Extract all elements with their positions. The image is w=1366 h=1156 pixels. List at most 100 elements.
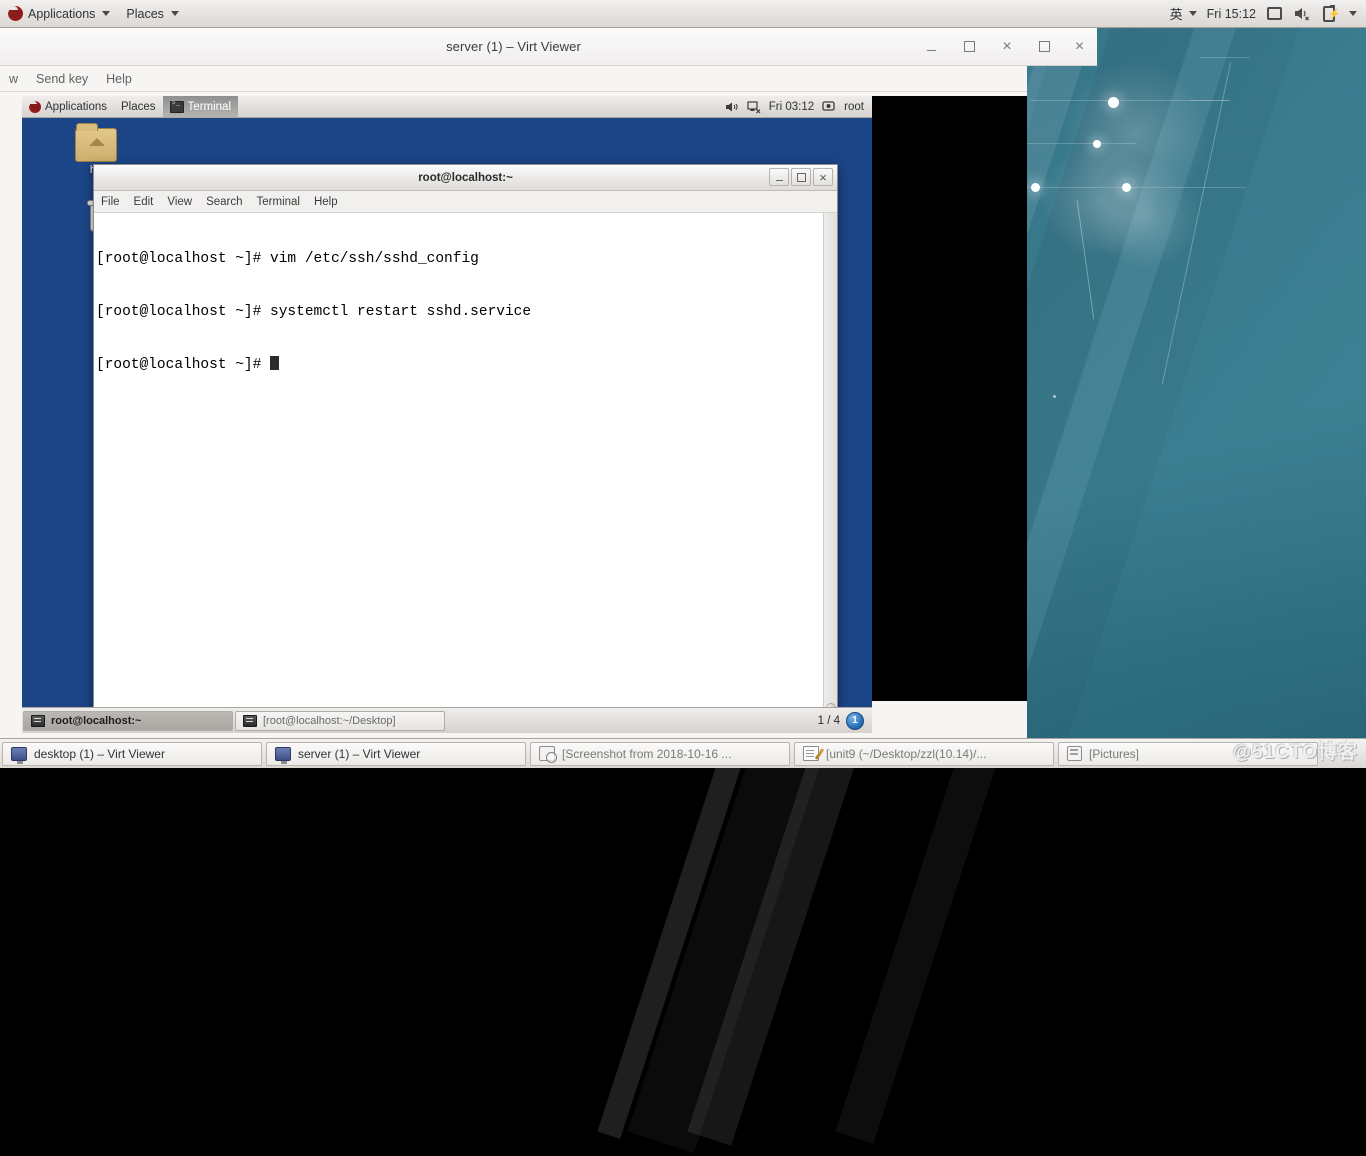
- terminal-title: root@localhost:~: [418, 172, 513, 184]
- virt-viewer-maximize-button[interactable]: [961, 39, 977, 55]
- user-icon[interactable]: [822, 100, 836, 114]
- wallpaper-line: [1190, 100, 1230, 101]
- host-clock[interactable]: Fri 15:12: [1207, 7, 1256, 21]
- guest-places-label: Places: [121, 101, 156, 113]
- input-method-label: 英: [1170, 4, 1183, 23]
- virt-viewer-letterbox: [872, 96, 1027, 701]
- guest-taskbar-item-label: [root@localhost:~/Desktop]: [263, 715, 396, 727]
- terminal-menu-view[interactable]: View: [160, 196, 199, 208]
- picture-viewer-icon: [1067, 746, 1082, 761]
- redhat-logo-icon: [29, 101, 41, 113]
- display-icon[interactable]: [1266, 5, 1283, 22]
- wallpaper-dot: [1053, 395, 1056, 398]
- terminal-icon: [243, 715, 257, 727]
- terminal-menu-edit[interactable]: Edit: [127, 196, 161, 208]
- terminal-icon: [170, 101, 184, 113]
- guest-clock[interactable]: Fri 03:12: [769, 101, 814, 113]
- host-taskbar-item-label: server (1) – Virt Viewer: [298, 747, 420, 761]
- guest-taskbar-item-label: root@localhost:~: [51, 715, 141, 727]
- applications-menu[interactable]: Applications: [0, 0, 118, 27]
- input-method-indicator[interactable]: 英: [1170, 4, 1197, 23]
- applications-menu-label: Applications: [28, 7, 95, 21]
- wallpaper-dot: [1122, 183, 1131, 192]
- guest-places-menu[interactable]: Places: [114, 96, 163, 117]
- terminal-menu-terminal[interactable]: Terminal: [250, 196, 307, 208]
- background-window-titlebar: [1027, 28, 1097, 66]
- speaker-muted-icon[interactable]: [1293, 5, 1310, 22]
- terminal-titlebar[interactable]: root@localhost:~: [94, 165, 837, 191]
- chevron-down-icon: [171, 11, 179, 16]
- terminal-output[interactable]: [root@localhost ~]# vim /etc/ssh/sshd_co…: [94, 213, 823, 733]
- guest-taskbar: root@localhost:~ [root@localhost:~/Deskt…: [22, 707, 872, 733]
- guest-system-tray: Fri 03:12 root: [725, 100, 872, 114]
- menu-item-view[interactable]: w: [0, 72, 27, 86]
- virt-viewer-minimize-button[interactable]: [923, 39, 939, 55]
- host-taskbar-item-label: [unit9 (~/Desktop/zzl(10.14)/...: [826, 747, 986, 761]
- terminal-maximize-button[interactable]: [791, 168, 811, 186]
- host-taskbar-item-unit9-editor[interactable]: [unit9 (~/Desktop/zzl(10.14)/...: [794, 742, 1054, 766]
- guest-applications-menu[interactable]: Applications: [22, 96, 114, 117]
- terminal-menu-search[interactable]: Search: [199, 196, 249, 208]
- battery-icon[interactable]: [1320, 5, 1337, 22]
- terminal-minimize-button[interactable]: [769, 168, 789, 186]
- speaker-icon[interactable]: [725, 100, 739, 114]
- terminal-icon: [31, 715, 45, 727]
- wallpaper-glow: [1090, 160, 1200, 270]
- terminal-scrollbar[interactable]: [823, 213, 837, 733]
- wallpaper-line: [1026, 187, 1246, 188]
- guest-top-panel: Applications Places Terminal: [22, 96, 872, 118]
- guest-window-menu-label: Terminal: [188, 101, 231, 113]
- places-menu[interactable]: Places: [118, 0, 187, 27]
- terminal-menu-file[interactable]: File: [94, 196, 127, 208]
- terminal-body[interactable]: [root@localhost ~]# vim /etc/ssh/sshd_co…: [94, 213, 837, 733]
- network-disconnected-icon[interactable]: [747, 100, 761, 114]
- monitor-icon: [11, 747, 27, 761]
- terminal-line: [root@localhost ~]# systemctl restart ss…: [96, 304, 823, 322]
- menu-item-send-key[interactable]: Send key: [27, 72, 97, 86]
- virt-viewer-titlebar[interactable]: server (1) – Virt Viewer: [0, 28, 1027, 66]
- terminal-cursor: [270, 356, 279, 370]
- home-folder-icon: [75, 128, 117, 162]
- redhat-logo-icon: [8, 6, 23, 21]
- guest-window-menu-terminal[interactable]: Terminal: [163, 96, 238, 117]
- text-editor-icon: [803, 746, 819, 761]
- terminal-menu-help[interactable]: Help: [307, 196, 345, 208]
- wallpaper-dot: [1108, 97, 1119, 108]
- host-taskbar-item-pictures[interactable]: [Pictures]: [1058, 742, 1318, 766]
- wallpaper-dot: [1093, 140, 1101, 148]
- terminal-close-button[interactable]: [813, 168, 833, 186]
- host-taskbar: desktop (1) – Virt Viewer server (1) – V…: [0, 738, 1366, 768]
- background-window-close-button[interactable]: [1072, 39, 1088, 55]
- virt-viewer-menubar: w Send key Help: [0, 66, 1027, 92]
- guest-taskbar-item-terminal[interactable]: root@localhost:~: [23, 711, 233, 731]
- terminal-window: root@localhost:~ File Edit View Search T…: [93, 164, 838, 733]
- host-taskbar-item-label: [Screenshot from 2018-10-16 ...: [562, 747, 731, 761]
- guest-screen: Applications Places Terminal: [22, 96, 872, 733]
- host-taskbar-item-screenshot[interactable]: [Screenshot from 2018-10-16 ...: [530, 742, 790, 766]
- workspace-count-label: 1 / 4: [818, 715, 840, 727]
- guest-user-label[interactable]: root: [844, 101, 864, 113]
- host-taskbar-item-desktop-virt-viewer[interactable]: desktop (1) – Virt Viewer: [2, 742, 262, 766]
- terminal-menubar: File Edit View Search Terminal Help: [94, 191, 837, 213]
- menu-item-help[interactable]: Help: [97, 72, 141, 86]
- chevron-down-icon[interactable]: [1349, 11, 1357, 16]
- virt-viewer-close-button[interactable]: [999, 39, 1015, 55]
- virt-viewer-title: server (1) – Virt Viewer: [446, 39, 581, 54]
- host-taskbar-item-label: desktop (1) – Virt Viewer: [34, 747, 165, 761]
- workspace-badge[interactable]: 1: [846, 712, 864, 730]
- wallpaper-dot: [1031, 183, 1040, 192]
- wallpaper-line: [1026, 143, 1136, 144]
- host-taskbar-item-label: [Pictures]: [1089, 747, 1139, 761]
- workspace-switcher[interactable]: 1 / 4 1: [818, 712, 872, 730]
- places-menu-label: Places: [126, 7, 164, 21]
- screenshot-icon: [539, 746, 555, 761]
- guest-applications-label: Applications: [45, 101, 107, 113]
- wallpaper-line: [1200, 57, 1250, 58]
- chevron-down-icon: [102, 11, 110, 16]
- terminal-prompt: [root@localhost ~]#: [96, 357, 270, 373]
- background-window-maximize-button[interactable]: [1037, 39, 1053, 55]
- host-taskbar-item-server-virt-viewer[interactable]: server (1) – Virt Viewer: [266, 742, 526, 766]
- terminal-prompt-line: [root@localhost ~]#: [96, 356, 823, 375]
- guest-taskbar-item-desktop[interactable]: [root@localhost:~/Desktop]: [235, 711, 445, 731]
- host-top-panel: Applications Places 英 Fri 15:12: [0, 0, 1366, 28]
